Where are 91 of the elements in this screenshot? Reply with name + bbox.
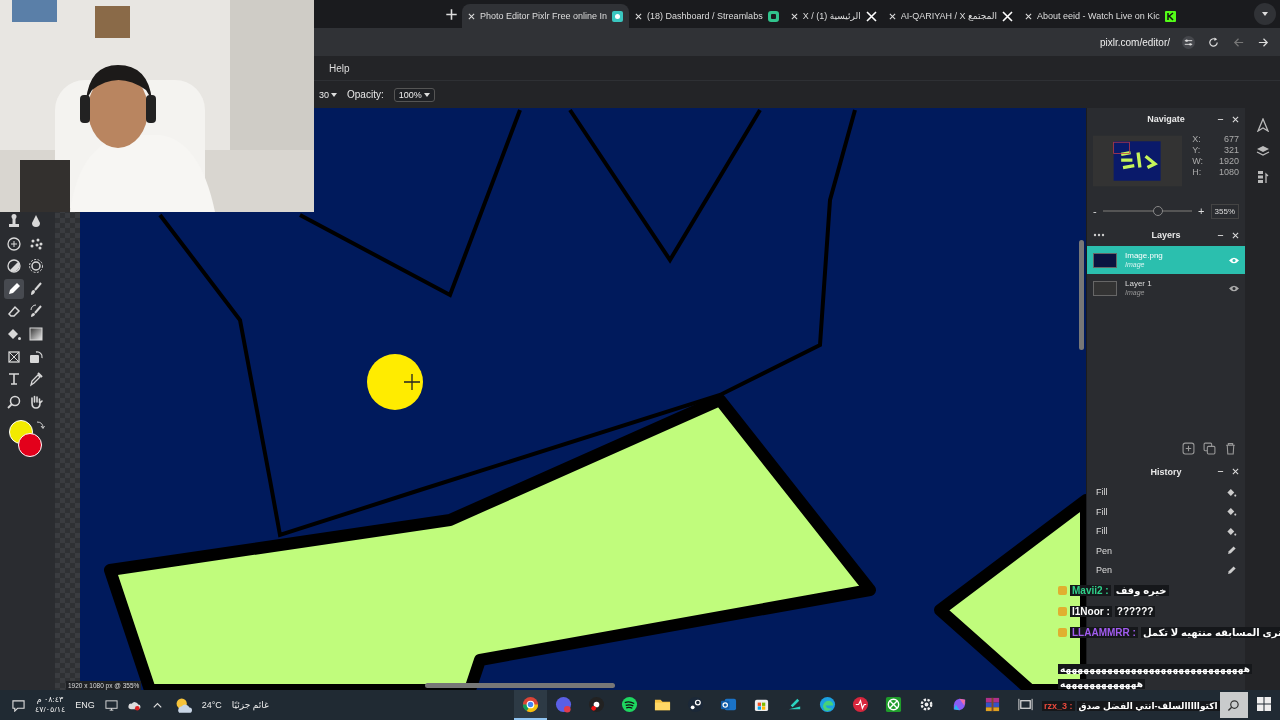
notification-icon[interactable]: [12, 698, 25, 712]
chat-username: rzx_3 :: [1042, 700, 1075, 711]
history-item[interactable]: Fill: [1087, 482, 1245, 502]
navigator-thumbnail[interactable]: [1093, 134, 1183, 188]
add-layer-icon[interactable]: [1182, 441, 1195, 455]
vertical-scrollbar[interactable]: [1079, 240, 1084, 350]
search-field[interactable]: [1220, 692, 1248, 718]
coordinate-value: 321: [1222, 145, 1239, 155]
panel-title: History: [1150, 466, 1182, 477]
size-dropdown[interactable]: 30: [319, 89, 337, 100]
coordinate-label: W:: [1192, 156, 1203, 166]
chat-message: هههههههههههههههههههههههههههههههه: [1058, 663, 1252, 674]
reload-icon[interactable]: [1207, 35, 1220, 49]
chat-message: خيره وقف: [1113, 585, 1169, 596]
duplicate-icon[interactable]: [1203, 441, 1216, 455]
plus-icon: [444, 7, 458, 21]
monitor-icon[interactable]: [104, 698, 118, 712]
close-icon[interactable]: [1232, 231, 1239, 239]
chat-username: I1Noor :: [1070, 606, 1112, 617]
coordinate-label: H:: [1192, 167, 1203, 177]
pen-icon: [1226, 564, 1237, 576]
browser-tab[interactable]: About eeid - Watch Live on Kic: [1019, 4, 1182, 28]
caret-icon: [423, 92, 430, 97]
chat-message: اكتوااااالسلف-انتي الفضل صدق: [1076, 700, 1220, 711]
history-item[interactable]: Fill: [1087, 521, 1245, 541]
browser-tab[interactable]: Photo Editor Pixlr Free online In: [462, 4, 630, 28]
caret-icon: [331, 92, 337, 97]
clock-time: ٠٨:٤٣ م: [36, 695, 64, 705]
x-mark-icon: [865, 10, 877, 22]
history-item[interactable]: Pen: [1087, 560, 1245, 580]
browser-icon[interactable]: [514, 690, 547, 720]
square-icon: [612, 10, 624, 22]
url-text[interactable]: pixlr.com/editor/: [1099, 36, 1170, 48]
square-icon: [767, 10, 779, 22]
k-square-icon: [1164, 10, 1176, 22]
opacity-dropdown[interactable]: 100%: [393, 87, 435, 102]
caret-icon: [1262, 12, 1268, 16]
tab-search-button[interactable]: [1254, 3, 1276, 25]
browser-tab[interactable]: AI-QARIYAH / X المجتمع: [882, 4, 1019, 28]
layers-icon[interactable]: [1255, 144, 1270, 158]
close-icon[interactable]: [790, 12, 798, 20]
chat-message: ??????: [1114, 606, 1156, 617]
x-mark-icon: [1002, 10, 1013, 22]
coordinate-value: 1080: [1217, 167, 1239, 177]
chat-username: LLAAMMRR :: [1070, 627, 1138, 638]
pen-icon: [1226, 545, 1237, 557]
zoom-slider-thumb[interactable]: [1153, 206, 1164, 216]
history-item[interactable]: Fill: [1087, 502, 1245, 522]
pen-icon[interactable]: [4, 278, 24, 299]
close-icon[interactable]: [1232, 468, 1239, 475]
zoom-out-button[interactable]: -: [1093, 205, 1097, 217]
browser-tab[interactable]: X / (1) الرئيسية: [784, 4, 883, 28]
horizontal-scrollbar[interactable]: [425, 683, 615, 688]
panel-title: Layers: [1151, 230, 1181, 240]
menu-item[interactable]: Help: [329, 62, 350, 74]
background-color-swatch[interactable]: [18, 432, 42, 457]
close-icon[interactable]: [635, 12, 643, 20]
trash-icon[interactable]: [1224, 441, 1237, 455]
triangle-icon[interactable]: [1255, 118, 1270, 132]
crosshair-icon: [404, 374, 420, 390]
coordinate-value: 1920: [1217, 156, 1239, 166]
paint-bucket-icon: [1226, 506, 1237, 518]
history-icon[interactable]: [1255, 170, 1270, 184]
coordinate-label: Y:: [1192, 145, 1202, 155]
chat-username: Mavii2 :: [1070, 585, 1111, 596]
close-icon[interactable]: [888, 12, 896, 20]
swap-icon[interactable]: [35, 419, 45, 430]
chat-message: هههههههههههههه: [1058, 678, 1145, 689]
close-icon[interactable]: [468, 12, 475, 20]
paint-bucket-icon: [1226, 525, 1237, 537]
close-icon[interactable]: [1025, 12, 1032, 20]
opacity-label: Opacity:: [347, 89, 384, 100]
paint-bucket-icon: [1226, 486, 1237, 498]
temperature-text[interactable]: 24°C: [201, 700, 222, 710]
history-item[interactable]: Pen: [1087, 541, 1245, 561]
panel-title: Navigate: [1147, 114, 1185, 124]
eye-icon[interactable]: [1229, 284, 1239, 292]
zoom-field[interactable]: 355%: [1210, 203, 1239, 219]
clock-date: ٤٧/٠٥/١٤: [35, 705, 66, 715]
coordinate-label: X:: [1192, 134, 1202, 144]
zoom-in-button[interactable]: +: [1198, 205, 1205, 217]
weather-text[interactable]: غائم جزئيًا: [231, 700, 269, 710]
minimize-icon[interactable]: [1217, 468, 1224, 475]
paint-dot: [367, 354, 423, 410]
search-icon: [1227, 698, 1240, 712]
close-icon[interactable]: [1232, 115, 1239, 123]
coordinate-value: 677: [1222, 134, 1239, 144]
browser-tab[interactable]: (18) Dashboard / Streamlabs: [629, 4, 785, 28]
more-icon[interactable]: [1093, 233, 1105, 237]
sliders-icon[interactable]: [1182, 35, 1195, 49]
language-indicator[interactable]: ENG: [75, 700, 95, 710]
